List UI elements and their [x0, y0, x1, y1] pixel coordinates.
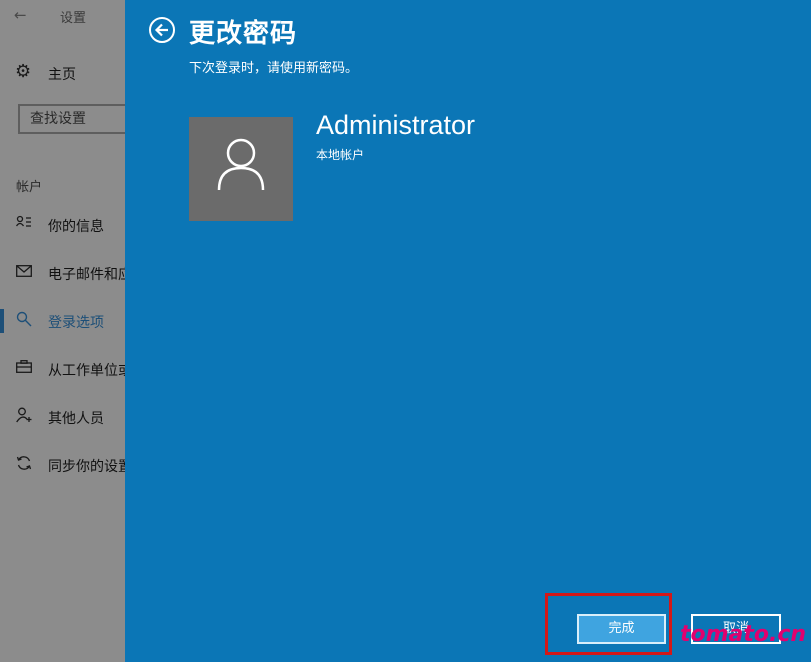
sidebar-item-work-school[interactable]: 从工作单位或学校访问 — [0, 354, 125, 384]
gear-icon: ⚙ — [15, 61, 32, 82]
sidebar-item-other-people[interactable]: 其他人员 — [0, 402, 125, 432]
sidebar-item-label: 电子邮件和应用帐户 — [48, 267, 125, 283]
app-title: 设置 — [60, 11, 87, 26]
settings-pane: ← 设置 ⚙ 主页 查找设置 帐户 你的信息 电子邮件和应用帐户 登录选项 从工… — [0, 0, 138, 662]
person-add-icon — [14, 407, 34, 427]
done-button[interactable]: 完成 — [577, 614, 666, 644]
arrow-left-icon — [154, 23, 168, 37]
sync-icon — [14, 455, 34, 475]
sidebar-item-label: 你的信息 — [48, 219, 104, 235]
sidebar-item-label: 其他人员 — [48, 411, 104, 427]
user-icon — [217, 138, 265, 191]
dialog-subtitle: 下次登录时，请使用新密码。 — [189, 61, 359, 76]
key-icon — [14, 311, 34, 331]
sidebar-item-label: 从工作单位或学校访问 — [48, 363, 125, 379]
dialog-title: 更改密码 — [189, 19, 298, 49]
mail-icon — [14, 263, 34, 281]
person-card-icon — [14, 215, 34, 233]
back-button[interactable] — [149, 17, 175, 43]
sidebar-item-label: 同步你的设置 — [48, 459, 125, 475]
sidebar-item-your-info[interactable]: 你的信息 — [0, 210, 125, 240]
watermark: tomato.cn — [680, 622, 807, 647]
sidebar-item-sign-in-options[interactable]: 登录选项 — [0, 306, 125, 336]
title-bar: ← 设置 — [0, 0, 125, 32]
sidebar-item-email[interactable]: 电子邮件和应用帐户 — [0, 258, 125, 288]
change-password-dialog: 更改密码 下次登录时，请使用新密码。 Administrator 本地帐户 完成… — [125, 0, 811, 662]
back-arrow-icon[interactable]: ← — [14, 6, 27, 24]
avatar — [189, 117, 293, 221]
user-name: Administrator — [316, 110, 476, 140]
briefcase-icon — [14, 359, 34, 377]
sidebar-item-sync[interactable]: 同步你的设置 — [0, 450, 125, 480]
home-label: 主页 — [48, 67, 76, 83]
section-heading: 帐户 — [16, 180, 43, 195]
sidebar-item-label: 登录选项 — [48, 315, 104, 331]
home-nav[interactable]: ⚙ 主页 — [0, 58, 125, 88]
active-indicator — [0, 309, 4, 333]
account-type: 本地帐户 — [316, 148, 365, 162]
search-input[interactable]: 查找设置 — [18, 104, 138, 134]
